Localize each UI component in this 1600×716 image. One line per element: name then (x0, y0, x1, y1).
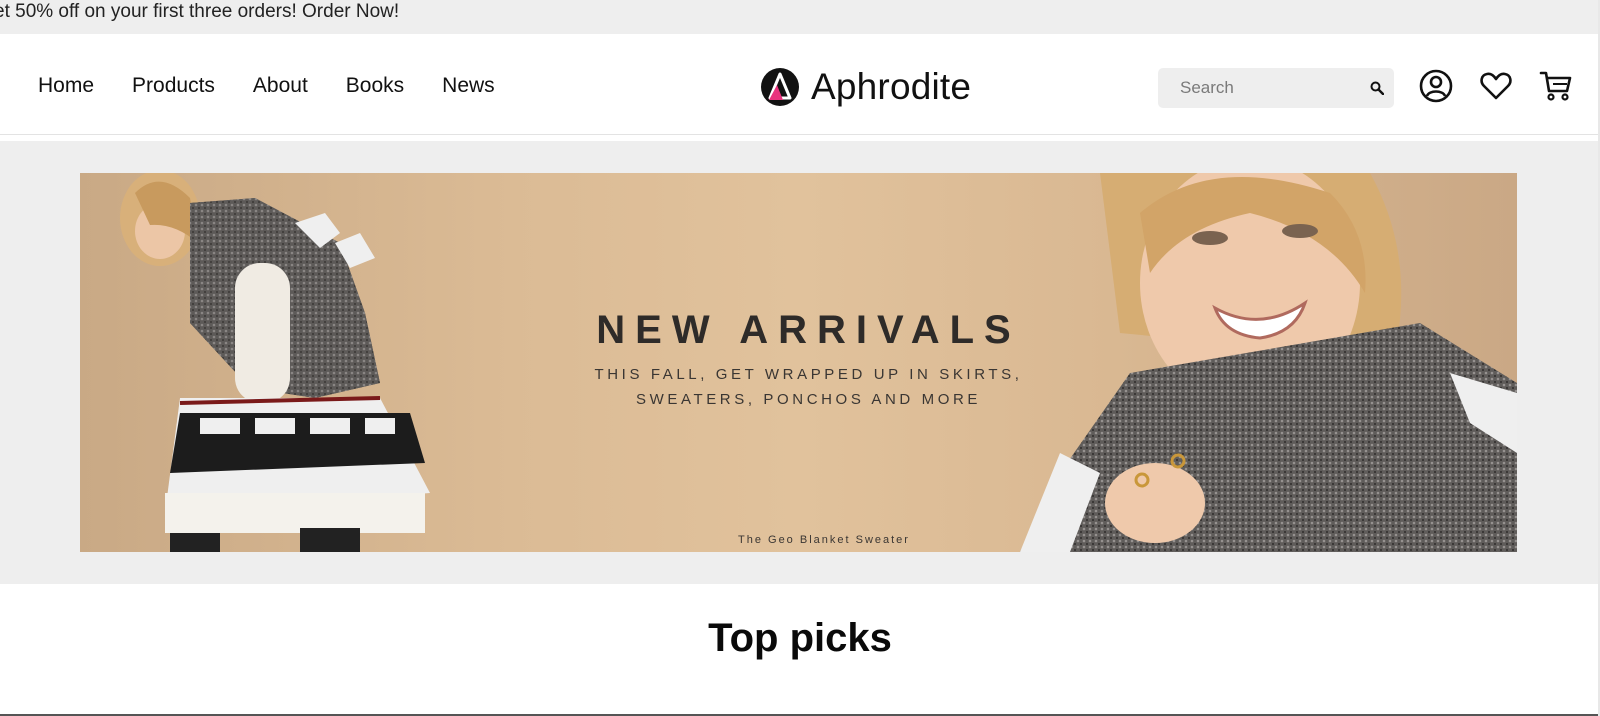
hero-caption: The Geo Blanket Sweater (738, 534, 910, 546)
search-box (1158, 68, 1394, 108)
cart-icon (1539, 71, 1572, 101)
user-circle-icon (1419, 69, 1453, 103)
search-icon (1370, 81, 1384, 95)
nav-news-link[interactable]: News (442, 74, 495, 98)
promo-bar: et 50% off on your first three orders! O… (0, 0, 1600, 34)
nav-home-link[interactable]: Home (38, 74, 94, 98)
top-picks-heading: Top picks (708, 616, 892, 660)
cart-button[interactable] (1538, 68, 1574, 104)
nav-products-link[interactable]: Products (132, 74, 215, 98)
search-button[interactable] (1366, 77, 1388, 99)
brand-logo-icon (761, 68, 799, 106)
main-nav: Home Products About Books News (38, 74, 495, 98)
nav-about-link[interactable]: About (253, 74, 308, 98)
search-input[interactable] (1158, 68, 1358, 108)
hero-section: NEW ARRIVALS THIS FALL, GET WRAPPED UP I… (0, 141, 1600, 584)
hero-banner[interactable]: NEW ARRIVALS THIS FALL, GET WRAPPED UP I… (80, 173, 1517, 552)
promo-text[interactable]: et 50% off on your first three orders! O… (0, 0, 399, 24)
brand-home-link[interactable]: Aphrodite (760, 67, 971, 107)
site-header: Home Products About Books News Aphrodite (0, 34, 1600, 135)
account-button[interactable] (1418, 68, 1454, 104)
model-right-image (1020, 173, 1517, 552)
nav-books-link[interactable]: Books (346, 74, 404, 98)
wishlist-button[interactable] (1478, 68, 1514, 104)
heart-icon (1480, 72, 1512, 100)
brand-name: Aphrodite (811, 66, 972, 107)
model-left-image (120, 173, 430, 552)
